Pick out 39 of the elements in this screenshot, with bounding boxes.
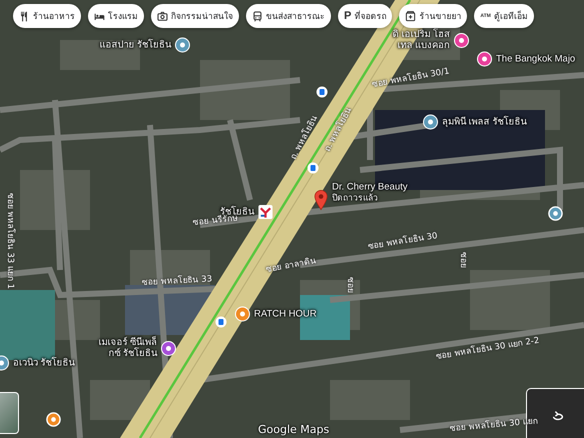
place-name[interactable]: ลุมพินี เพลส รัชโยธิน xyxy=(442,116,526,128)
place-status: ปิดถาวรแล้ว xyxy=(332,192,379,202)
hotel-filter-chip[interactable]: โรงแรม xyxy=(88,4,144,28)
place-name[interactable]: The Bangkok Majo xyxy=(496,54,576,64)
street-name: ซอย อาลาดิน xyxy=(265,256,317,275)
street-name: ซอย นรีรักษ์ xyxy=(192,213,239,228)
pharmacy-filter-chip[interactable]: ร้านขายยา xyxy=(399,4,468,28)
bus-icon xyxy=(252,10,263,22)
camera-icon xyxy=(157,10,168,22)
place-name[interactable]: RATCH HOUR xyxy=(254,308,317,320)
parking-filter-chip[interactable]: P ที่จอดรถ xyxy=(338,4,392,28)
bus-stop-icon[interactable] xyxy=(316,86,328,98)
place-name[interactable]: เมเจอร์ ซีนีเพล็กซ์ รัชโยธิน xyxy=(97,337,157,359)
pharmacy-icon xyxy=(405,10,416,22)
street-name: ซอย พหลโยธิน 33 xyxy=(142,274,212,288)
street-name: ซอย พหลโยธิน 30 xyxy=(367,231,438,252)
street-name: ซอย xyxy=(345,277,355,293)
place-name[interactable]: อเวนิว รัชโยธิน xyxy=(13,358,75,368)
rotate-icon[interactable] xyxy=(551,409,565,423)
fork-knife-icon xyxy=(19,10,30,22)
place-marker-icon[interactable] xyxy=(46,412,61,427)
layers-thumbnail[interactable] xyxy=(0,392,19,434)
place-marker-icon[interactable] xyxy=(548,206,563,221)
attraction-filter-chip[interactable]: กิจกรรมน่าสนใจ xyxy=(151,4,239,28)
bus-stop-icon[interactable] xyxy=(215,316,227,328)
location-pin-icon[interactable] xyxy=(314,190,328,210)
map-attribution: Google Maps xyxy=(258,423,330,436)
street-name: ซอย พหลโยธิน 33 แยก 1 xyxy=(5,193,15,290)
place-name[interactable]: Dr. Cherry Beauty xyxy=(332,182,408,192)
parking-icon: P xyxy=(344,10,352,22)
restaurant-filter-chip[interactable]: ร้านอาหาร xyxy=(13,4,81,28)
street-name: ซอย พหลโยธิน 30 แยก xyxy=(450,416,538,434)
transit-filter-chip[interactable]: ขนส่งสาธารณะ xyxy=(246,4,331,28)
street-name: ซอย พหลโยธิน 30/1 xyxy=(371,66,450,90)
street-name: ซอย xyxy=(458,252,468,268)
bus-stop-icon[interactable] xyxy=(307,162,319,174)
satellite-map-drawing[interactable] xyxy=(0,0,584,438)
place-name[interactable]: แอสปาย รัชโยธิน xyxy=(99,40,171,50)
street-name: ซอย พหลโยธิน 30 แยก 2-2 xyxy=(435,336,540,362)
